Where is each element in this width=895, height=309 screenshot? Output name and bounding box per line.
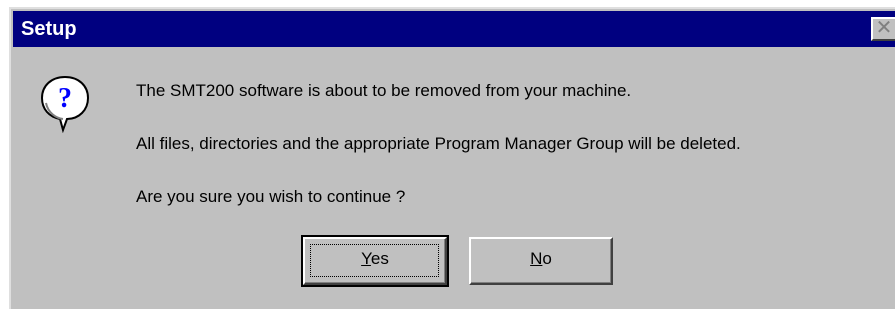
title-bar[interactable]: Setup ✕ — [13, 11, 895, 47]
yes-button-label: Yes — [361, 249, 389, 268]
svg-text:?: ? — [58, 83, 72, 114]
no-button[interactable]: No — [469, 237, 613, 285]
setup-dialog: Setup ✕ ? The SMT200 software is about t… — [9, 7, 895, 309]
close-button[interactable]: ✕ — [871, 17, 895, 41]
message-line-3: Are you sure you wish to continue ? — [136, 187, 406, 206]
yes-button[interactable]: Yes — [301, 235, 449, 287]
no-button-label: No — [530, 249, 552, 268]
question-icon: ? — [40, 75, 90, 133]
close-icon: ✕ — [875, 17, 893, 39]
window-title: Setup — [21, 18, 77, 40]
message-line-1: The SMT200 software is about to be remov… — [136, 81, 632, 100]
message-line-2: All files, directories and the appropria… — [136, 134, 741, 153]
